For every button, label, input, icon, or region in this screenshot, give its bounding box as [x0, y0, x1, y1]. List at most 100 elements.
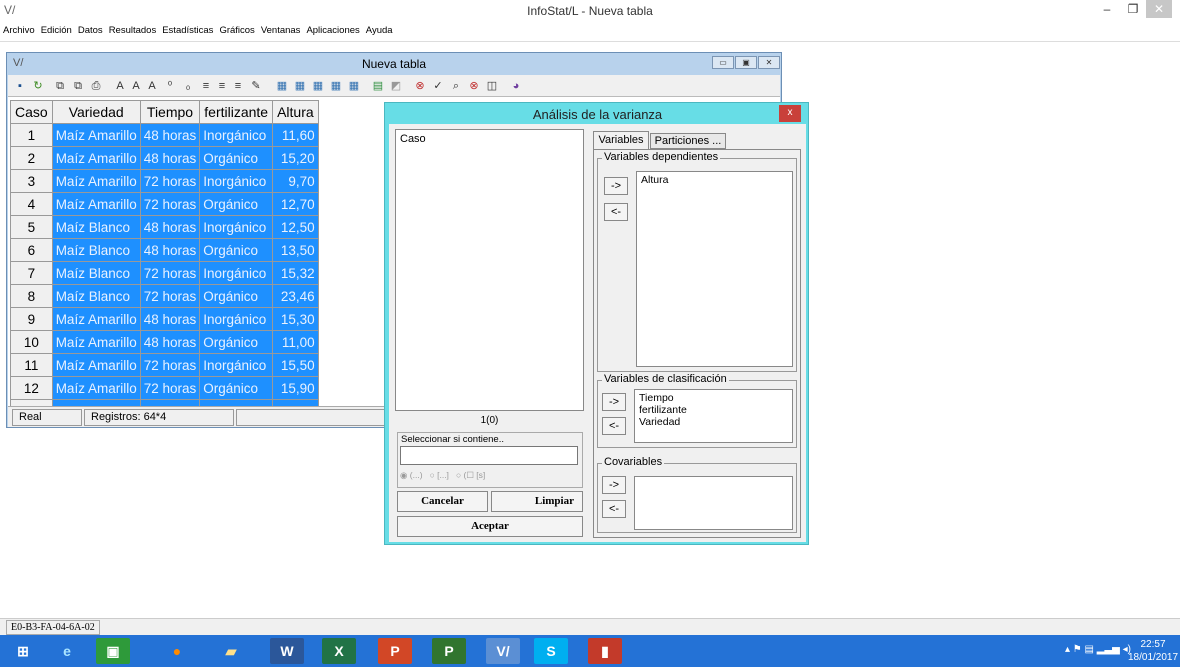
- table-row[interactable]: 3 Maíz Amarillo 72 horas Inorgánico 9,70: [10, 169, 319, 193]
- row-number[interactable]: 4: [10, 192, 53, 216]
- table-cell[interactable]: 72 horas: [139, 169, 201, 193]
- table-cell[interactable]: 72 horas: [139, 376, 201, 400]
- table-cell[interactable]: 48 horas: [139, 307, 201, 331]
- close-icon[interactable]: ✕: [1146, 0, 1172, 18]
- menu-aplicaciones[interactable]: Aplicaciones: [303, 22, 362, 40]
- copy-icon[interactable]: ⧉: [52, 78, 68, 94]
- table-cell[interactable]: Inorgánico: [199, 169, 274, 193]
- list-item[interactable]: Tiempo: [639, 392, 788, 404]
- check-icon[interactable]: ✓: [430, 78, 446, 94]
- table-row[interactable]: 9 Maíz Amarillo 48 horas Inorgánico 15,30: [10, 307, 319, 331]
- windows-start-icon[interactable]: ⊞: [6, 638, 40, 664]
- table-cell[interactable]: Inorgánico: [199, 307, 274, 331]
- list-item[interactable]: fertilizante: [639, 404, 788, 416]
- row-number[interactable]: 9: [10, 307, 53, 331]
- filter-input[interactable]: [400, 446, 578, 465]
- table-cell[interactable]: 48 horas: [139, 238, 201, 262]
- delete-row-icon[interactable]: ▦: [310, 78, 326, 94]
- table-cell[interactable]: 48 horas: [139, 123, 201, 147]
- paint-icon[interactable]: ✎: [248, 78, 264, 94]
- table-cell[interactable]: 13,50: [272, 238, 319, 262]
- table-row[interactable]: 6 Maíz Blanco 48 horas Orgánico 13,50: [10, 238, 319, 262]
- font-icon[interactable]: A: [112, 78, 128, 94]
- project-icon[interactable]: P: [432, 638, 466, 664]
- table-cell[interactable]: 15,30: [272, 307, 319, 331]
- save-icon[interactable]: ▪: [12, 78, 28, 94]
- row-number[interactable]: 10: [10, 330, 53, 354]
- excel-icon[interactable]: X: [322, 638, 356, 664]
- table-cell[interactable]: Maíz Amarillo: [51, 123, 141, 147]
- decimals-up-icon[interactable]: ⁰: [162, 78, 178, 94]
- table-cell[interactable]: 48 horas: [139, 215, 201, 239]
- internet-explorer-icon[interactable]: e: [50, 638, 84, 664]
- calc-icon[interactable]: ▤: [370, 78, 386, 94]
- table-cell[interactable]: Maíz Amarillo: [51, 192, 141, 216]
- remove-dependent-button[interactable]: <-: [604, 203, 628, 221]
- list-item[interactable]: Caso: [400, 133, 426, 145]
- delete-col-icon[interactable]: ▦: [328, 78, 344, 94]
- dependent-list[interactable]: Altura: [636, 171, 793, 367]
- table-cell[interactable]: 23,46: [272, 284, 319, 308]
- app-icon[interactable]: ▮: [588, 638, 622, 664]
- row-number[interactable]: 8: [10, 284, 53, 308]
- column-header[interactable]: Tiempo: [139, 100, 201, 124]
- powerpoint-icon[interactable]: P: [378, 638, 412, 664]
- skype-icon[interactable]: S: [534, 638, 568, 664]
- add-dependent-button[interactable]: ->: [604, 177, 628, 195]
- split-icon[interactable]: ▦: [346, 78, 362, 94]
- align-right-icon[interactable]: ≡: [230, 78, 246, 94]
- filter-options[interactable]: ◉ (...) ○ [...] ○ (☐ [s]: [400, 470, 580, 481]
- infostat-icon[interactable]: V/: [486, 638, 520, 664]
- list-item[interactable]: Altura: [641, 174, 788, 186]
- add-covariate-button[interactable]: ->: [602, 476, 626, 494]
- menu-archivo[interactable]: Archivo: [0, 22, 38, 40]
- table-cell[interactable]: Orgánico: [199, 330, 274, 354]
- tab-variables[interactable]: Variables: [593, 131, 649, 149]
- table-cell[interactable]: Orgánico: [199, 376, 274, 400]
- remove-covariate-button[interactable]: <-: [602, 500, 626, 518]
- child-maximize-icon[interactable]: ▣: [735, 56, 757, 69]
- table-cell[interactable]: 15,90: [272, 376, 319, 400]
- edit-icon[interactable]: ◩: [388, 78, 404, 94]
- row-number[interactable]: 2: [10, 146, 53, 170]
- table-cell[interactable]: Orgánico: [199, 192, 274, 216]
- paste-icon[interactable]: ⧉: [70, 78, 86, 94]
- clock[interactable]: 22:57 18/01/2017: [1128, 638, 1178, 664]
- table-cell[interactable]: 72 horas: [139, 284, 201, 308]
- remove-classification-button[interactable]: <-: [602, 417, 626, 435]
- table-cell[interactable]: Maíz Amarillo: [51, 376, 141, 400]
- insert-row-icon[interactable]: ▦: [274, 78, 290, 94]
- child-close-icon[interactable]: ✕: [758, 56, 780, 69]
- table-cell[interactable]: Maíz Amarillo: [51, 307, 141, 331]
- table-cell[interactable]: 12,50: [272, 215, 319, 239]
- clear-button[interactable]: Limpiar: [491, 491, 583, 512]
- table-cell[interactable]: Maíz Blanco: [51, 261, 141, 285]
- table-cell[interactable]: Maíz Blanco: [51, 238, 141, 262]
- search-icon[interactable]: ⌕: [448, 78, 464, 94]
- frame-icon[interactable]: ◫: [484, 78, 500, 94]
- system-tray[interactable]: ▴ ⚑ ▤ ▂▃▅ ◂): [1065, 644, 1131, 655]
- classification-list[interactable]: Tiempo fertilizante Variedad: [634, 389, 793, 443]
- table-cell[interactable]: Inorgánico: [199, 123, 274, 147]
- table-cell[interactable]: 11,60: [272, 123, 319, 147]
- dialog-close-button[interactable]: x: [779, 105, 801, 122]
- column-header[interactable]: Caso: [10, 100, 53, 124]
- table-cell[interactable]: 48 horas: [139, 330, 201, 354]
- table-cell[interactable]: 9,70: [272, 169, 319, 193]
- menu-ayuda[interactable]: Ayuda: [363, 22, 396, 40]
- filter-off-icon[interactable]: ⊗: [412, 78, 428, 94]
- menu-resultados[interactable]: Resultados: [106, 22, 160, 40]
- table-cell[interactable]: 15,20: [272, 146, 319, 170]
- table-cell[interactable]: Maíz Blanco: [51, 215, 141, 239]
- table-row[interactable]: 5 Maíz Blanco 48 horas Inorgánico 12,50: [10, 215, 319, 239]
- table-cell[interactable]: Inorgánico: [199, 215, 274, 239]
- decimals-down-icon[interactable]: ₀: [180, 78, 196, 94]
- table-row[interactable]: 8 Maíz Blanco 72 horas Orgánico 23,46: [10, 284, 319, 308]
- row-number[interactable]: 1: [10, 123, 53, 147]
- store-icon[interactable]: ▣: [96, 638, 130, 664]
- align-left-icon[interactable]: ≡: [198, 78, 214, 94]
- table-cell[interactable]: Orgánico: [199, 284, 274, 308]
- print-icon[interactable]: ⎙: [88, 78, 104, 94]
- row-number[interactable]: 12: [10, 376, 53, 400]
- column-header[interactable]: Altura: [272, 100, 319, 124]
